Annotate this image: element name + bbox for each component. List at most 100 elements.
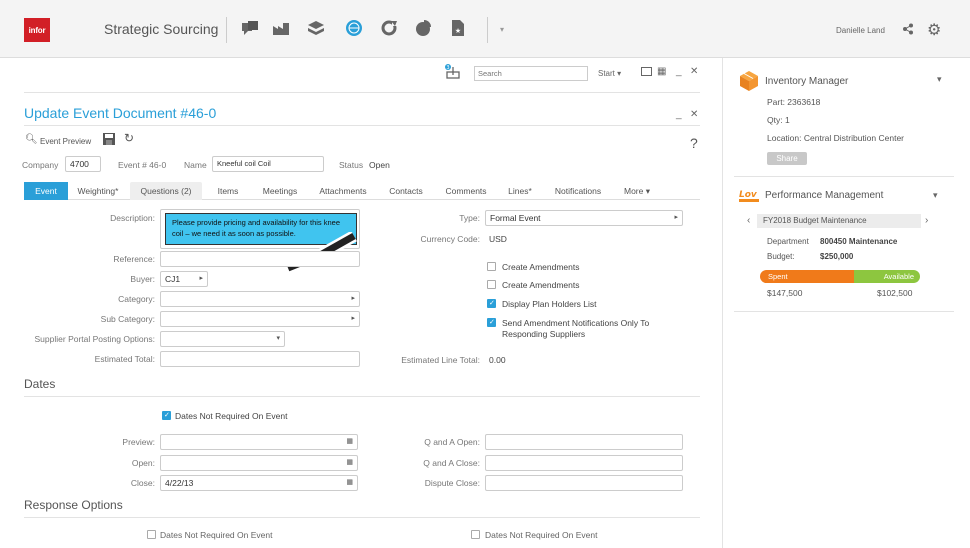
estimated-line-total-label: Estimated Line Total: [401, 355, 480, 365]
send-amendment-label: Send Amendment Notifications Only To Res… [502, 318, 650, 339]
company-field[interactable]: 4700 [65, 156, 101, 172]
tab-contacts[interactable]: Contacts [382, 182, 430, 200]
caret-right-icon: ▸ [674, 214, 678, 221]
grid-icon[interactable]: ▦ [657, 66, 666, 77]
tab-notifications[interactable]: Notifications [546, 182, 610, 200]
minimize-icon[interactable]: _ [676, 109, 682, 120]
event-preview-button[interactable]: Event Preview [40, 137, 91, 146]
save-icon[interactable] [103, 133, 115, 147]
undo-icon[interactable]: ↻ [124, 131, 134, 145]
chevron-down-icon[interactable]: ▾ [500, 25, 504, 34]
divider [734, 311, 954, 312]
qa-close-label: Q and A Close: [423, 458, 480, 468]
minimize-icon[interactable]: _ [676, 66, 682, 77]
type-select[interactable]: Formal Event ▸ [485, 210, 683, 226]
inventory-qty: Qty: 1 [767, 115, 790, 125]
company-label: Company [22, 160, 59, 170]
document-star-icon[interactable]: ★ [448, 18, 468, 38]
chevron-left-icon[interactable]: ‹ [747, 215, 750, 226]
divider [487, 17, 488, 43]
inventory-manager-title: Inventory Manager [765, 76, 849, 87]
subcategory-label: Sub Category: [100, 314, 155, 324]
dispute-close-field[interactable] [485, 475, 683, 491]
search-document-icon[interactable]: 🔍︎ [25, 134, 38, 145]
calendar-icon[interactable]: ▦ [346, 478, 353, 486]
dropbox-icon[interactable] [306, 18, 326, 38]
tab-questions[interactable]: Questions (2) [130, 182, 202, 200]
qa-close-field[interactable] [485, 455, 683, 471]
portal-options-select[interactable]: ▾ [160, 331, 285, 347]
tab-attachments[interactable]: Attachments [312, 182, 374, 200]
chevron-down-icon[interactable]: ▾ [937, 74, 942, 85]
window-icon[interactable] [641, 67, 652, 76]
inventory-part: Part: 2363618 [767, 97, 821, 107]
close-date-field[interactable]: 4/22/13 ▦ [160, 475, 358, 491]
category-field[interactable]: ▸ [160, 291, 360, 307]
name-label: Name [184, 160, 207, 170]
tab-more[interactable]: More ▾ [616, 182, 658, 200]
divider [24, 125, 700, 126]
close-icon[interactable]: ✕ [690, 66, 698, 77]
department-value: 800450 Maintenance [820, 237, 898, 246]
divider [24, 92, 700, 93]
tab-comments[interactable]: Comments [438, 182, 494, 200]
calendar-icon[interactable]: ▦ [346, 437, 353, 445]
infor-logo[interactable]: infor [24, 18, 50, 42]
tab-meetings[interactable]: Meetings [256, 182, 304, 200]
chat-icon[interactable] [240, 18, 260, 38]
name-field[interactable]: Kneeful coil Coil [212, 156, 324, 172]
buyer-field[interactable]: CJ1 ▸ [160, 271, 208, 287]
response-dates-checkbox[interactable] [147, 530, 156, 539]
refresh-icon[interactable] [379, 18, 399, 38]
chevron-down-icon[interactable]: ▾ [933, 190, 938, 201]
share-icon[interactable] [902, 23, 914, 37]
budget-label: Budget: [767, 252, 795, 261]
tab-weighting[interactable]: Weighting* [70, 182, 126, 200]
status-label: Status [339, 160, 364, 170]
divider [24, 396, 700, 397]
category-label: Category: [118, 294, 155, 304]
subcategory-field[interactable]: ▸ [160, 311, 360, 327]
reference-field[interactable] [160, 251, 360, 267]
user-name[interactable]: Danielle Land [836, 26, 885, 35]
notifications-icon[interactable]: 3 [444, 64, 462, 82]
globe-icon[interactable] [344, 18, 364, 38]
svg-text:Lov: Lov [739, 190, 758, 200]
currency-value: USD [489, 234, 507, 244]
close-icon[interactable]: ✕ [690, 109, 698, 120]
create-amendments-checkbox-2[interactable] [487, 280, 496, 289]
gear-icon[interactable]: ⚙ [927, 20, 941, 40]
box-icon [739, 70, 759, 94]
tab-event[interactable]: Event [24, 182, 68, 200]
dates-not-required-checkbox[interactable] [162, 411, 171, 420]
search-input[interactable] [474, 66, 588, 81]
response-options-title: Response Options [24, 498, 123, 512]
caret-right-icon: ▸ [199, 275, 203, 282]
help-icon[interactable]: ? [690, 135, 698, 151]
share-button[interactable]: Share [767, 152, 807, 165]
estimated-total-field[interactable] [160, 351, 360, 367]
create-amendments-checkbox[interactable] [487, 262, 496, 271]
tab-items[interactable]: Items [208, 182, 248, 200]
currency-label: Currency Code: [420, 234, 480, 244]
calendar-icon[interactable]: ▦ [346, 458, 353, 466]
pie-chart-icon[interactable] [413, 18, 433, 38]
divider [734, 176, 954, 177]
open-date-field[interactable]: ▦ [160, 455, 358, 471]
preview-date-field[interactable]: ▦ [160, 434, 358, 450]
caret-right-icon: ▸ [351, 295, 355, 302]
display-plan-holders-checkbox[interactable] [487, 299, 496, 308]
dispute-close-label: Dispute Close: [424, 478, 480, 488]
factory-icon[interactable] [271, 18, 291, 38]
dates-section-title: Dates [24, 377, 56, 391]
budget-selector[interactable]: FY2018 Budget Maintenance [757, 214, 921, 228]
divider [24, 517, 700, 518]
tab-lines[interactable]: Lines* [502, 182, 538, 200]
caret-right-icon: ▸ [351, 315, 355, 322]
send-amendment-checkbox[interactable] [487, 318, 496, 327]
qa-open-field[interactable] [485, 434, 683, 450]
start-menu[interactable]: Start ▾ [598, 69, 621, 78]
response-dates-label: Dates Not Required On Event [160, 530, 273, 540]
chevron-right-icon[interactable]: › [925, 215, 928, 226]
response-dates-checkbox-2[interactable] [471, 530, 480, 539]
